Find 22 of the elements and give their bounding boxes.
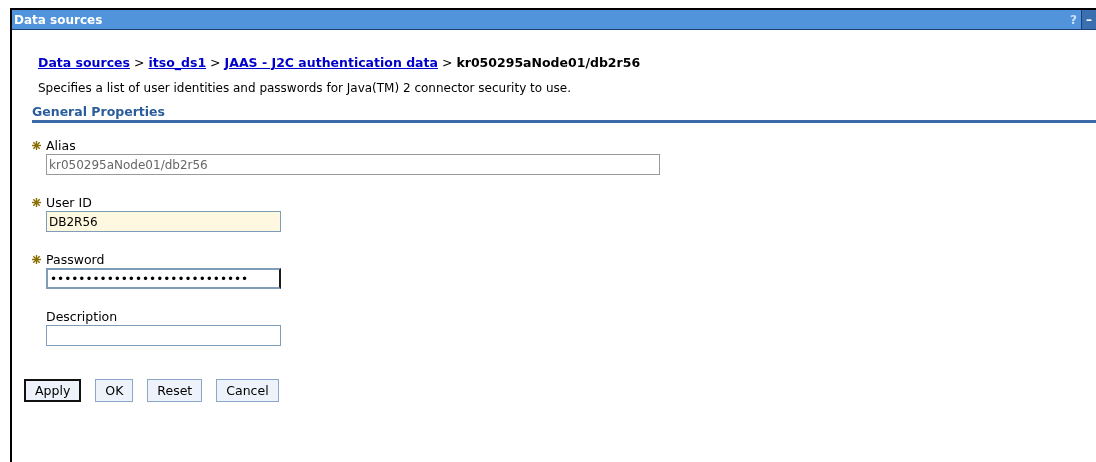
field-label: Description bbox=[46, 309, 118, 324]
breadcrumb-separator: > bbox=[441, 55, 453, 70]
action-button[interactable]: OK bbox=[95, 379, 134, 402]
action-button[interactable]: Apply bbox=[24, 379, 82, 402]
field-label: User ID bbox=[46, 195, 92, 210]
breadcrumb-link[interactable]: itso_ds1 bbox=[148, 55, 207, 70]
section-heading: General Properties bbox=[32, 104, 1096, 123]
breadcrumb-separator: > bbox=[134, 55, 145, 70]
input-field[interactable]: DB2R56 bbox=[46, 211, 281, 232]
window-title: Data sources bbox=[13, 12, 103, 27]
field-label: Alias bbox=[46, 138, 76, 153]
input-field[interactable] bbox=[46, 325, 281, 346]
minimize-button[interactable]: – bbox=[1081, 10, 1096, 29]
action-button[interactable]: Reset bbox=[147, 379, 203, 402]
input-field[interactable]: •••••••••••••••••••••••••••• bbox=[46, 268, 281, 289]
breadcrumb-link[interactable]: JAAS - J2C authentication data bbox=[224, 55, 438, 70]
page-description: Specifies a list of user identities and passwords for Java(TM) 2 connector security to use. bbox=[38, 81, 572, 95]
action-button[interactable]: Cancel bbox=[216, 379, 279, 402]
field-label: Password bbox=[46, 252, 105, 267]
breadcrumb-separator: > bbox=[210, 55, 221, 70]
breadcrumb-link[interactable]: Data sources bbox=[38, 55, 130, 70]
breadcrumb-current: kr050295aNode01/db2r56 bbox=[456, 55, 641, 70]
